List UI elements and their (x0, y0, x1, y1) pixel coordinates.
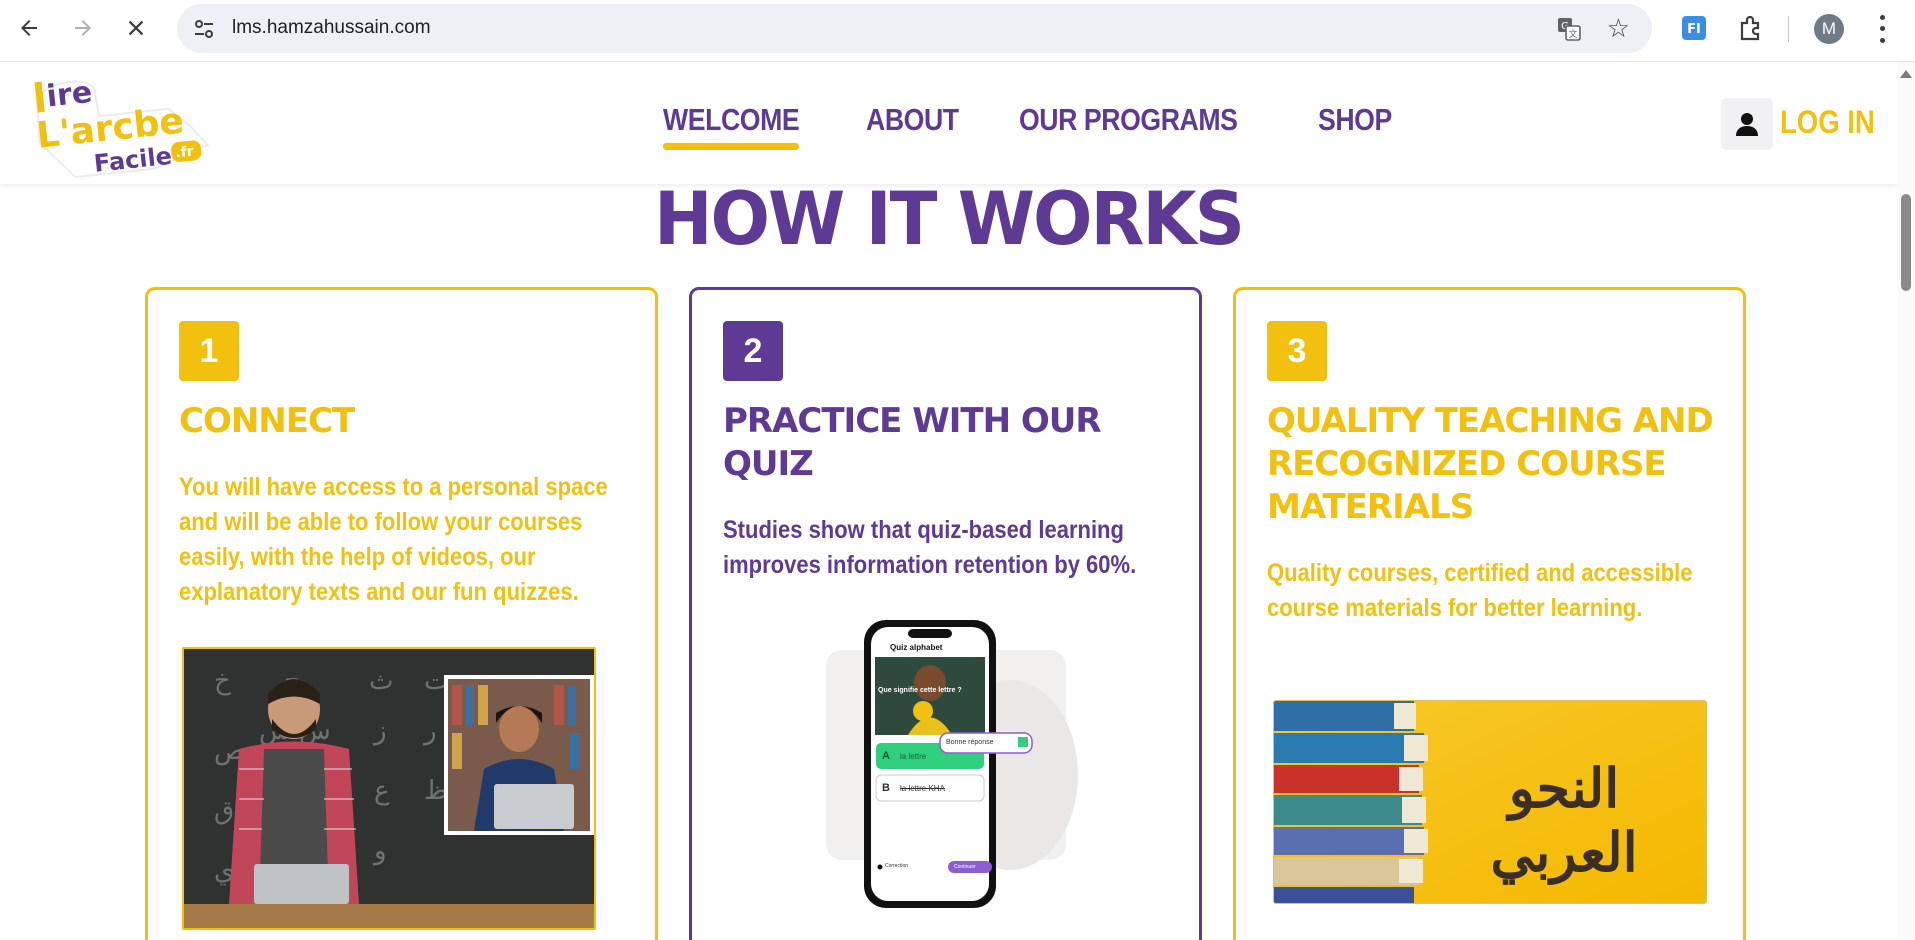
svg-text:文: 文 (1568, 28, 1577, 40)
nav-welcome[interactable]: WELCOME (663, 102, 800, 150)
card-title: QUALITY TEACHING AND RECOGNIZED COURSE M… (1267, 401, 1714, 527)
stop-loading-icon[interactable] (118, 10, 154, 46)
card-title: PRACTICE WITH OUR QUIZ (723, 401, 1102, 484)
extension-fi-icon[interactable]: FI (1680, 14, 1708, 42)
url-text[interactable]: lms.hamzahussain.com (232, 17, 431, 39)
step-number: 3 (1267, 321, 1327, 381)
bookmark-star-icon[interactable]: ☆ (1607, 13, 1630, 43)
option-b-letter: B (882, 782, 890, 794)
forward-icon[interactable] (65, 10, 101, 46)
teacher-student-image: خحثت صس شزر قعظ يو (182, 647, 596, 930)
svg-text:ق: ق (214, 796, 234, 826)
scroll-up-arrow[interactable] (1900, 70, 1912, 78)
svg-text:ire: ire (45, 75, 94, 115)
phone-quiz-image: Quiz alphabet Que signifie cette lettre … (820, 615, 1090, 925)
option-b[interactable]: la lettre KHA (900, 784, 945, 793)
profile-avatar[interactable]: M (1814, 14, 1844, 44)
browser-toolbar: lms.hamzahussain.com G 文 ☆ FI M (0, 0, 1915, 62)
svg-text:ع: ع (374, 776, 390, 806)
site-settings-icon[interactable] (191, 16, 217, 42)
card-title: CONNECT (179, 401, 355, 441)
svg-text:FI: FI (1687, 22, 1701, 37)
card-quality-teaching: 3 QUALITY TEACHING AND RECOGNIZED COURSE… (1233, 287, 1746, 940)
user-icon[interactable] (1721, 98, 1773, 150)
quiz-continue-button[interactable]: Continuer (954, 864, 976, 870)
page-scrollbar[interactable] (1897, 62, 1915, 940)
quiz-feedback: Bonne réponse (946, 739, 994, 746)
option-a-letter: A (882, 750, 890, 762)
site-logo[interactable]: ire l L'arcbe Facile .fr (30, 64, 215, 182)
card-practice-quiz: 2 PRACTICE WITH OUR QUIZ Studies show th… (689, 287, 1202, 940)
scrollbar-thumb[interactable] (1901, 194, 1911, 291)
section-title: HOW IT WORKS (653, 175, 1245, 263)
site-header: ire l L'arcbe Facile .fr WELCOME ABOUT O… (0, 62, 1897, 184)
option-a[interactable]: la lettre (900, 752, 926, 761)
main-nav: WELCOME ABOUT OUR PROGRAMS SHOP (663, 102, 1404, 150)
nav-about[interactable]: ABOUT (866, 102, 959, 138)
browser-menu-icon[interactable] (1872, 12, 1892, 46)
card-connect: 1 CONNECT You will have access to a pers… (145, 287, 658, 940)
svg-text:ث: ث (369, 666, 393, 696)
card-description: Quality courses, certified and accessibl… (1267, 559, 1693, 622)
step-number: 1 (179, 321, 239, 381)
books-calligraphy-image: النحو العربي (1273, 700, 1707, 904)
arabic-calligraphy: النحو العربي (1490, 756, 1638, 884)
svg-text:ر: ر (422, 716, 437, 746)
step-number: 2 (723, 321, 783, 381)
nav-our-programs[interactable]: OUR PROGRAMS (1019, 102, 1238, 138)
svg-text:و: و (372, 836, 387, 866)
toolbar-separator (1788, 16, 1789, 42)
svg-text:خ: خ (214, 666, 231, 696)
card-description: Studies show that quiz-based learning im… (723, 516, 1137, 579)
svg-text:ز: ز (372, 716, 387, 746)
nav-shop[interactable]: SHOP (1318, 102, 1392, 138)
quiz-header: Quiz alphabet (890, 643, 943, 652)
quiz-question: Que signifie cette lettre ? (878, 687, 962, 694)
quiz-correction[interactable]: Correction (885, 863, 908, 869)
back-icon[interactable] (11, 10, 47, 46)
svg-text:.fr: .fr (175, 143, 195, 161)
extensions-puzzle-icon[interactable] (1736, 14, 1764, 42)
web-page: ire l L'arcbe Facile .fr WELCOME ABOUT O… (0, 62, 1897, 940)
card-description: You will have access to a personal space… (179, 473, 608, 606)
login-link[interactable]: LOG IN (1780, 104, 1875, 141)
translate-icon[interactable]: G 文 (1556, 16, 1582, 42)
address-bar[interactable]: lms.hamzahussain.com G 文 ☆ (177, 4, 1652, 53)
